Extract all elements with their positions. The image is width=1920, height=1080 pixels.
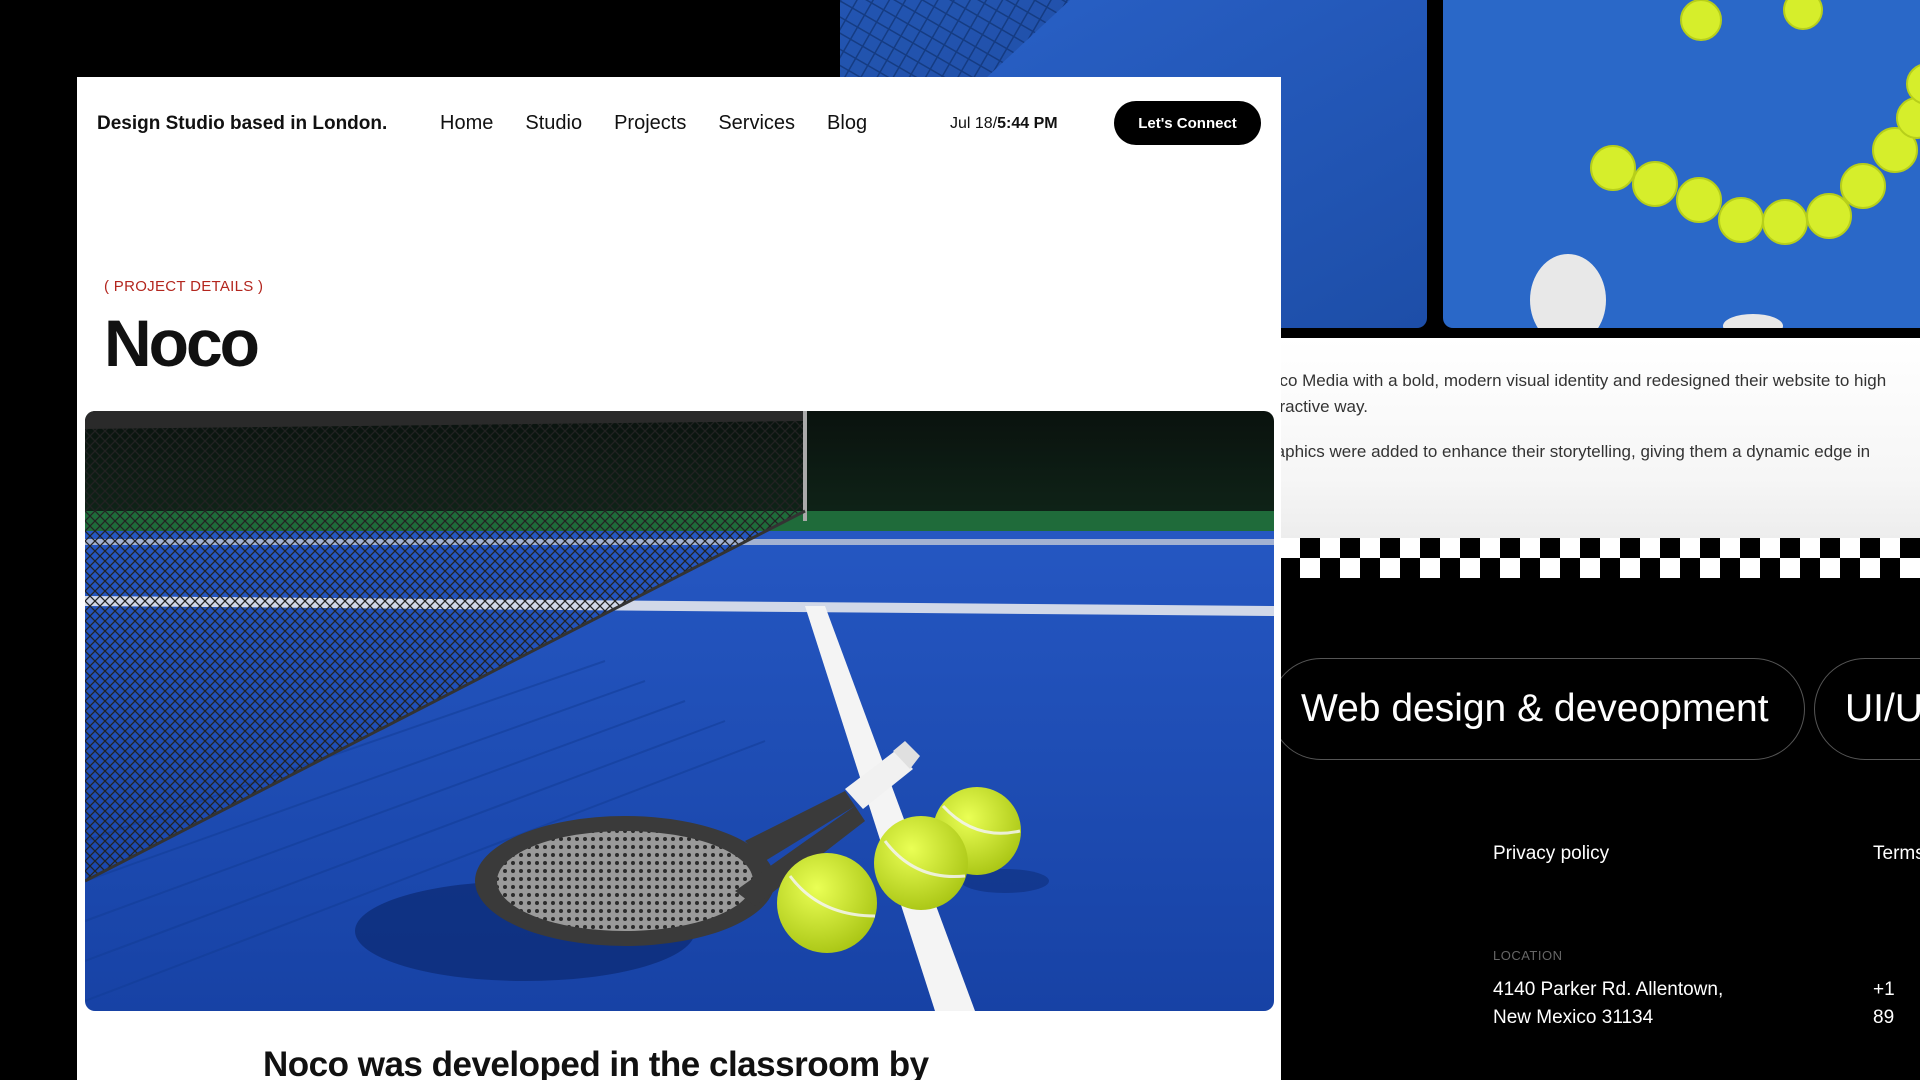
- address-line: 4140 Parker Rd. Allentown,: [1493, 979, 1724, 1000]
- location-label: LOCATION: [1493, 948, 1563, 963]
- description-line: oco Media with a bold, modern visual ide…: [1270, 371, 1887, 390]
- project-page-window: Design Studio based in London. Home Stud…: [77, 77, 1281, 1080]
- service-pill-web-design[interactable]: Web design & deveopment: [1270, 658, 1805, 760]
- description-line: eractive way.: [1270, 397, 1368, 416]
- date-time: Jul 18/5:44 PM: [950, 115, 1058, 133]
- service-label: UI/U: [1845, 687, 1920, 730]
- nav-services[interactable]: Services: [718, 112, 795, 135]
- checker-divider: [1260, 538, 1920, 578]
- description-line: raphics were added to enhance their stor…: [1270, 442, 1871, 461]
- terms-link[interactable]: Terms: [1873, 843, 1920, 865]
- nav-home[interactable]: Home: [440, 112, 493, 135]
- address-line: New Mexico 31134: [1493, 1007, 1654, 1028]
- privacy-policy-link[interactable]: Privacy policy: [1493, 843, 1609, 865]
- lets-connect-button[interactable]: Let's Connect: [1114, 101, 1261, 145]
- project-details-eyebrow: ( PROJECT DETAILS ): [104, 278, 264, 295]
- service-label: Web design & deveopment: [1301, 687, 1769, 730]
- main-nav: Home Studio Projects Services Blog: [440, 112, 867, 135]
- time: 5:44 PM: [997, 115, 1058, 132]
- date: Jul 18/: [950, 115, 998, 132]
- brand-tagline[interactable]: Design Studio based in London.: [97, 113, 387, 135]
- phone-number[interactable]: +1 89: [1873, 976, 1920, 1032]
- project-title: Noco: [104, 306, 260, 380]
- service-pill-ui-ux[interactable]: UI/U: [1814, 658, 1920, 760]
- nav-blog[interactable]: Blog: [827, 112, 867, 135]
- hero-tennis-image: [85, 411, 1274, 1011]
- nav-projects[interactable]: Projects: [614, 112, 686, 135]
- tennis-balls-smiley-photo: [1443, 0, 1920, 328]
- nav-studio[interactable]: Studio: [525, 112, 582, 135]
- project-intro-heading: Noco was developed in the classroom by: [263, 1045, 929, 1080]
